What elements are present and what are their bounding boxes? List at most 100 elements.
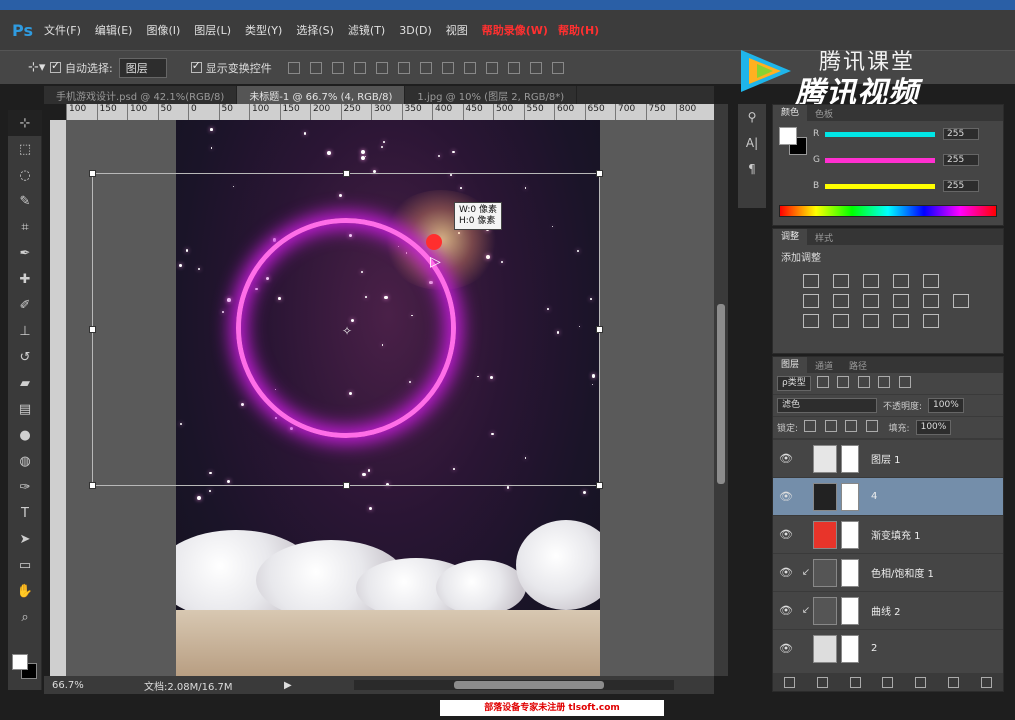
lasso-tool-icon[interactable]: ◌: [8, 162, 42, 188]
tab-layers[interactable]: 图层: [773, 357, 808, 373]
visibility-eye-icon[interactable]: 👁: [773, 490, 799, 503]
layer-row[interactable]: 👁 2: [773, 629, 1003, 667]
vertical-scroll-thumb[interactable]: [717, 304, 725, 484]
align-vcenter-icon[interactable]: [309, 61, 322, 74]
blend-mode-dropdown[interactable]: 滤色: [777, 398, 877, 413]
layer-filter-dropdown[interactable]: ρ类型: [777, 376, 811, 391]
eraser-tool-icon[interactable]: ▰: [8, 370, 42, 396]
layer-row[interactable]: 👁 ↙ 色相/饱和度 1: [773, 553, 1003, 591]
auto-align-icon[interactable]: [551, 61, 564, 74]
invert-icon[interactable]: [803, 314, 819, 328]
visibility-eye-icon[interactable]: 👁: [773, 528, 799, 541]
canvas-workspace[interactable]: ✧ W:0 像素 H:0 像素 ▷: [66, 120, 714, 676]
pen-tool-icon[interactable]: ✑: [8, 474, 42, 500]
levels-icon[interactable]: [833, 274, 849, 288]
layer-row[interactable]: 👁 ↙ 曲线 2: [773, 591, 1003, 629]
align-left-icon[interactable]: [353, 61, 366, 74]
vertical-scrollbar[interactable]: [714, 104, 728, 676]
lock-all-icon[interactable]: [865, 420, 878, 432]
panel-foreground-swatch[interactable]: [779, 127, 797, 145]
tab-adjustments[interactable]: 调整: [773, 229, 808, 245]
menu-type[interactable]: 类型(Y): [245, 22, 282, 38]
foreground-color-swatch[interactable]: [12, 654, 28, 670]
delete-layer-icon[interactable]: [980, 676, 992, 688]
horizontal-scroll-thumb[interactable]: [454, 681, 604, 689]
healing-tool-icon[interactable]: ✚: [8, 266, 42, 292]
hue-saturation-icon[interactable]: [803, 294, 819, 308]
layer-name[interactable]: 图层 1: [871, 451, 901, 466]
doc-tab-1[interactable]: 手机游戏设计.psd @ 42.1%(RGB/8): [44, 86, 238, 104]
gradient-map-icon[interactable]: [923, 314, 939, 328]
move-tool-preset-icon[interactable]: ⊹▾: [0, 60, 45, 75]
layer-name[interactable]: 渐变填充 1: [871, 527, 921, 542]
auto-select-checkbox[interactable]: [50, 59, 61, 73]
layer-row[interactable]: 👁 图层 1: [773, 439, 1003, 477]
filter-pixel-icon[interactable]: [816, 376, 829, 388]
menu-layer[interactable]: 图层(L): [194, 22, 231, 38]
photo-filter-icon[interactable]: [893, 294, 909, 308]
red-value[interactable]: 255: [943, 128, 979, 140]
status-menu-arrow-icon[interactable]: ▶: [284, 680, 314, 691]
horizontal-scrollbar[interactable]: [354, 680, 674, 690]
layer-mask-thumbnail[interactable]: [841, 482, 859, 511]
transform-center-icon[interactable]: ✧: [342, 324, 352, 338]
exposure-icon[interactable]: [893, 274, 909, 288]
green-value[interactable]: 255: [943, 154, 979, 166]
visibility-eye-icon[interactable]: 👁: [773, 642, 799, 655]
selective-color-icon[interactable]: [893, 314, 909, 328]
color-balance-icon[interactable]: [833, 294, 849, 308]
brush-tool-icon[interactable]: ✐: [8, 292, 42, 318]
visibility-eye-icon[interactable]: 👁: [773, 604, 799, 617]
distribute-left-icon[interactable]: [485, 61, 498, 74]
path-select-tool-icon[interactable]: ➤: [8, 526, 42, 552]
layer-mask-thumbnail[interactable]: [841, 444, 859, 473]
blur-tool-icon[interactable]: ●: [8, 422, 42, 448]
doc-tab-3[interactable]: 1.jpg @ 10% (图层 2, RGB/8*): [405, 86, 578, 104]
menu-view[interactable]: 视图: [446, 22, 468, 38]
align-right-icon[interactable]: [397, 61, 410, 74]
blue-value[interactable]: 255: [943, 180, 979, 192]
brightness-icon[interactable]: [803, 274, 819, 288]
menu-file[interactable]: 文件(F): [44, 22, 81, 38]
tab-channels[interactable]: 通道: [807, 359, 841, 372]
green-slider[interactable]: [825, 157, 935, 163]
gradient-tool-icon[interactable]: ▤: [8, 396, 42, 422]
crop-tool-icon[interactable]: ⌗: [8, 214, 42, 240]
tab-swatches[interactable]: 色板: [807, 107, 841, 120]
align-top-icon[interactable]: [287, 61, 300, 74]
fill-input[interactable]: 100%: [915, 420, 952, 435]
type-tool-icon[interactable]: T: [8, 500, 42, 526]
color-spectrum-bar[interactable]: [779, 205, 997, 217]
align-hcenter-icon[interactable]: [375, 61, 388, 74]
visibility-eye-icon[interactable]: 👁: [773, 452, 799, 465]
menu-image[interactable]: 图像(I): [146, 22, 180, 38]
history-panel-icon[interactable]: ⚲: [738, 104, 766, 130]
black-white-icon[interactable]: [863, 294, 879, 308]
auto-select-dropdown[interactable]: 图层: [118, 57, 167, 78]
layer-row[interactable]: 👁 4: [773, 477, 1003, 515]
new-layer-icon[interactable]: [948, 676, 960, 688]
distribute-right-icon[interactable]: [529, 61, 542, 74]
shape-tool-icon[interactable]: ▭: [8, 552, 42, 578]
layer-row[interactable]: 👁 渐变填充 1: [773, 515, 1003, 553]
transform-handle-r[interactable]: [596, 326, 603, 333]
quick-select-tool-icon[interactable]: ✎: [8, 188, 42, 214]
layer-mask-thumbnail[interactable]: [841, 520, 859, 549]
layer-style-icon[interactable]: [816, 676, 828, 688]
layer-mask-thumbnail[interactable]: [841, 558, 859, 587]
link-layers-icon[interactable]: [783, 676, 795, 688]
new-adjustment-icon[interactable]: [882, 676, 894, 688]
visibility-eye-icon[interactable]: 👁: [773, 566, 799, 579]
layer-name[interactable]: 2: [871, 643, 877, 654]
filter-type-icon[interactable]: [857, 376, 870, 388]
tab-paths[interactable]: 路径: [841, 359, 875, 372]
layer-name[interactable]: 曲线 2: [871, 603, 901, 618]
doc-tab-2[interactable]: 未标题-1 @ 66.7% (4, RGB/8): [237, 86, 406, 104]
transform-handle-br[interactable]: [596, 482, 603, 489]
layer-name[interactable]: 4: [871, 491, 877, 502]
dodge-tool-icon[interactable]: ◍: [8, 448, 42, 474]
distribute-top-icon[interactable]: [419, 61, 432, 74]
transform-handle-t[interactable]: [343, 170, 350, 177]
layer-mask-thumbnail[interactable]: [841, 634, 859, 663]
add-mask-icon[interactable]: [849, 676, 861, 688]
